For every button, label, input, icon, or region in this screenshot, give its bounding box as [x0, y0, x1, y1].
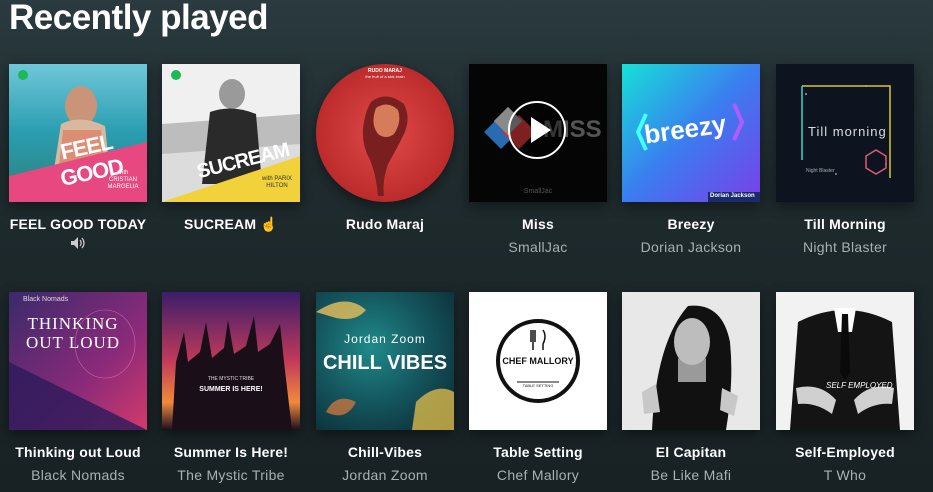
album-title[interactable]: Breezy — [622, 216, 760, 232]
album-card-thinking-out-loud[interactable]: Black Nomads THINKING OUT LOUD Thinking … — [9, 292, 147, 483]
album-title[interactable]: Rudo Maraj — [316, 216, 454, 232]
album-art-text: THINKING OUT LOUD — [25, 314, 121, 352]
album-title[interactable]: Self-Employed — [776, 444, 914, 460]
album-art-summer-is-here — [162, 292, 300, 430]
album-title[interactable]: Chill-Vibes — [316, 444, 454, 460]
album-title[interactable]: SUCREAM ☝ — [162, 216, 300, 233]
album-artist[interactable]: SmallJac — [469, 239, 607, 255]
album-card-chill-vibes[interactable]: Jordan Zoom CHILL VIBES Chill-Vibes Jord… — [316, 292, 454, 483]
album-art-small-text: Dorian Jackson — [710, 193, 755, 199]
album-title[interactable]: Summer Is Here! — [162, 444, 300, 460]
album-art[interactable]: Jordan Zoom CHILL VIBES — [316, 292, 454, 430]
album-card-self-employed[interactable]: SELF EMPLOYED Self-Employed T Who — [776, 292, 914, 483]
album-art-small-text: with PARIX HILTON — [262, 176, 292, 189]
album-art-text: SUMMER IS HERE! — [199, 386, 263, 393]
album-grid: FEEL GOOD with CRISTIAN MARGELIA FEEL GO… — [0, 0, 933, 492]
album-art-small-text: Black Nomads — [23, 296, 69, 303]
album-art[interactable]: THE MYSTIC TRIBE SUMMER IS HERE! — [162, 292, 300, 430]
album-title[interactable]: Thinking out Loud — [9, 444, 147, 460]
album-card-table-setting[interactable]: CHEF MALLORY TABLE SETTING Table Setting… — [469, 292, 607, 483]
album-artist[interactable]: Dorian Jackson — [622, 239, 760, 255]
speaker-icon — [71, 237, 85, 249]
album-art[interactable]: CHEF MALLORY TABLE SETTING — [469, 292, 607, 430]
album-artist[interactable]: Chef Mallory — [469, 467, 607, 483]
album-artist[interactable]: Be Like Mafi — [622, 467, 760, 483]
album-art-text: CHILL VIBES — [322, 352, 448, 374]
album-art-small-text: SmallJac — [523, 188, 553, 195]
album-card-till-morning[interactable]: Till morning Night Blaster Till Morning … — [776, 64, 914, 255]
album-title[interactable]: Miss — [469, 216, 607, 232]
album-art-small-text: Jordan Zoom — [344, 332, 426, 346]
album-card-summer-is-here[interactable]: THE MYSTIC TRIBE SUMMER IS HERE! Summer … — [162, 292, 300, 483]
album-art-text: Till morning — [808, 124, 887, 139]
album-art[interactable]: SUCREAM with PARIX HILTON — [162, 64, 300, 202]
album-art-small-text: the fruit of a sick brain — [365, 74, 405, 79]
album-artist[interactable]: Jordan Zoom — [316, 467, 454, 483]
play-icon[interactable] — [508, 101, 566, 159]
album-art-self-employed — [776, 292, 914, 430]
album-art[interactable]: Till morning Night Blaster — [776, 64, 914, 202]
album-title[interactable]: Table Setting — [469, 444, 607, 460]
album-art-text: SELF EMPLOYED — [826, 381, 893, 390]
album-art-el-capitan — [622, 292, 760, 430]
album-art[interactable]: breezy Dorian Jackson — [622, 64, 760, 202]
album-card-el-capitan[interactable]: El Capitan Be Like Mafi — [622, 292, 760, 483]
album-art[interactable]: RUDO MARAJ the fruit of a sick brain — [316, 64, 454, 202]
album-title[interactable]: FEEL GOOD TODAY — [9, 216, 147, 232]
album-card-sucream[interactable]: SUCREAM with PARIX HILTON SUCREAM ☝ — [162, 64, 300, 233]
album-art[interactable]: FEEL GOOD with CRISTIAN MARGELIA — [9, 64, 147, 202]
album-card-breezy[interactable]: breezy Dorian Jackson Breezy Dorian Jack… — [622, 64, 760, 255]
album-artist[interactable]: Night Blaster — [776, 239, 914, 255]
album-artist[interactable]: T Who — [776, 467, 914, 483]
album-card-rudo-maraj[interactable]: RUDO MARAJ the fruit of a sick brain Rud… — [316, 64, 454, 232]
album-art-small-text: with CRISTIAN MARGELIA — [107, 170, 139, 190]
album-art[interactable]: MISS SmallJac — [469, 64, 607, 202]
album-card-miss[interactable]: MISS SmallJac Miss SmallJac — [469, 64, 607, 255]
album-card-feel-good-today[interactable]: FEEL GOOD with CRISTIAN MARGELIA FEEL GO… — [9, 64, 147, 250]
album-title[interactable]: Till Morning — [776, 216, 914, 232]
album-art[interactable]: Black Nomads THINKING OUT LOUD — [9, 292, 147, 430]
album-art-small-text: THE MYSTIC TRIBE — [207, 376, 255, 382]
album-art[interactable] — [622, 292, 760, 430]
album-art-thinking-out-loud — [9, 292, 147, 430]
album-art-rudo-maraj — [316, 64, 454, 202]
album-art-small-text: Night Blaster — [806, 168, 835, 174]
album-art[interactable]: SELF EMPLOYED — [776, 292, 914, 430]
album-title[interactable]: El Capitan — [622, 444, 760, 460]
album-artist[interactable]: Black Nomads — [9, 467, 147, 483]
album-art-small-text: TABLE SETTING — [522, 383, 554, 388]
album-artist[interactable]: The Mystic Tribe — [162, 467, 300, 483]
album-art-text: CHEF MALLORY — [502, 356, 574, 366]
